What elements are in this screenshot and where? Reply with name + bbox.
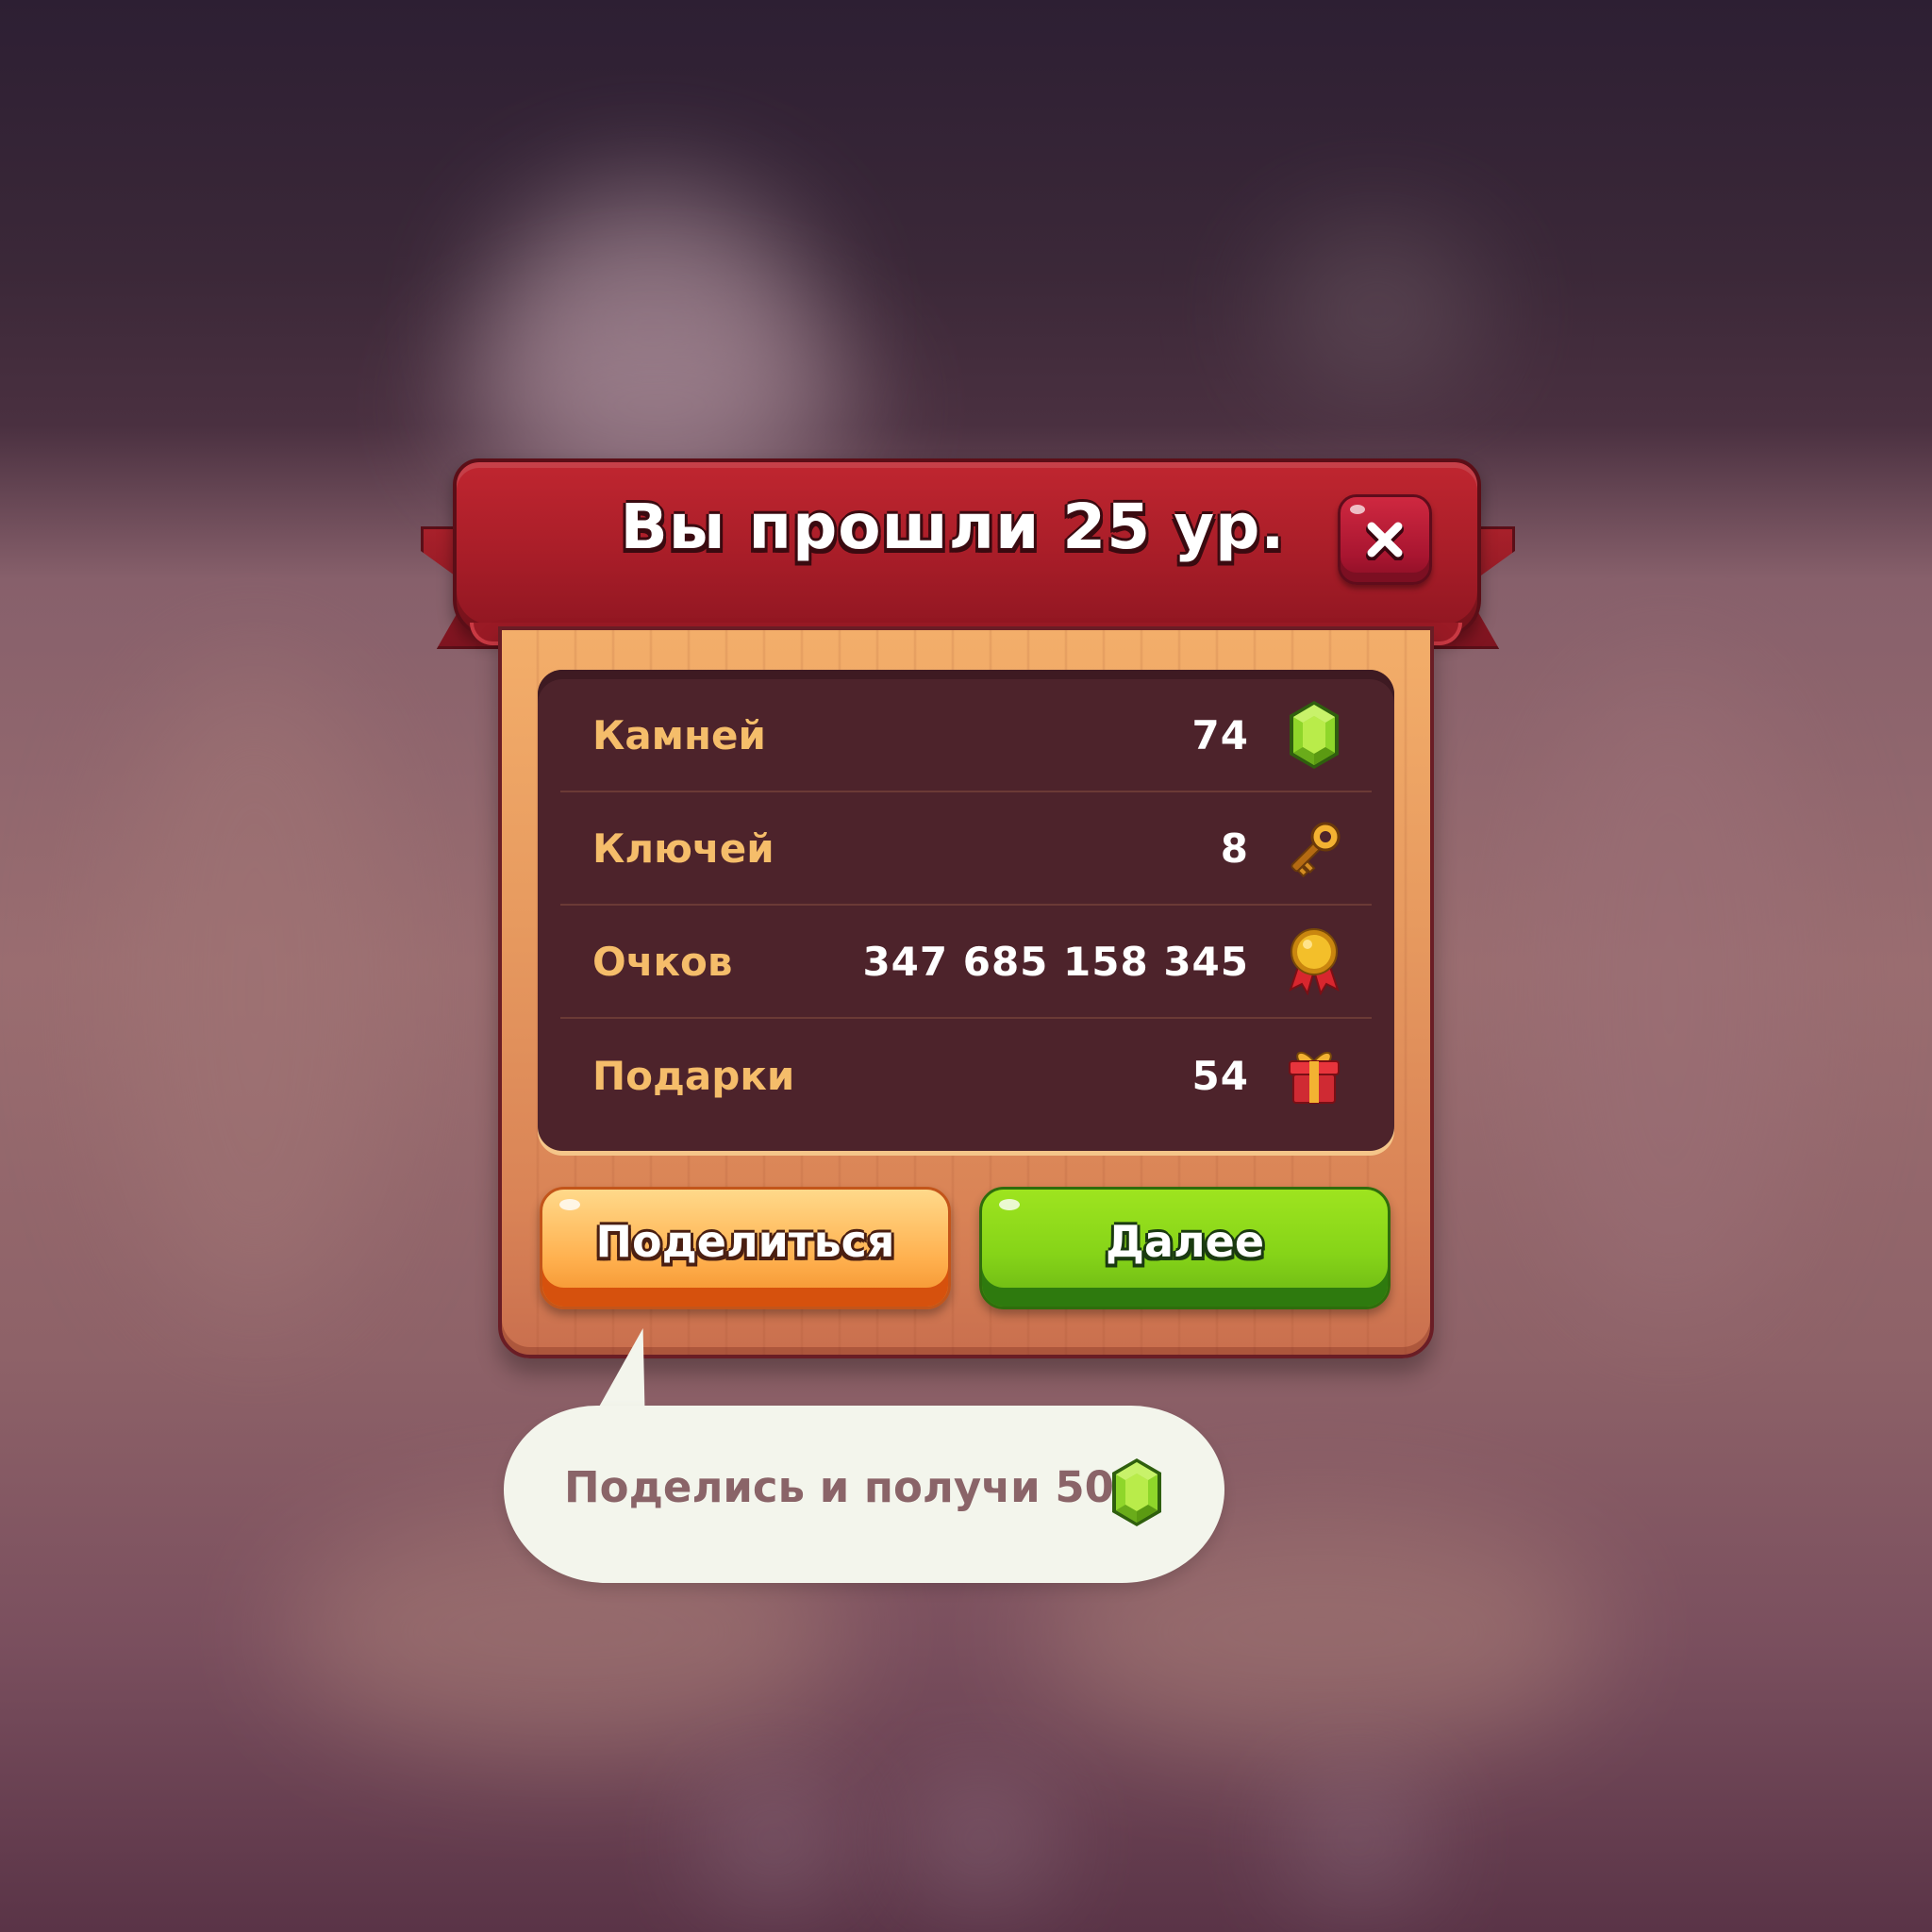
next-button-label: Далее bbox=[1105, 1216, 1265, 1267]
stat-label: Ключей bbox=[592, 824, 774, 872]
gem-icon bbox=[1109, 1457, 1164, 1528]
dialog-title: Вы прошли 25 ур. bbox=[620, 491, 1286, 563]
stat-value: 54 bbox=[1191, 1052, 1249, 1099]
close-button[interactable] bbox=[1338, 494, 1432, 585]
tooltip-text: Поделись и получи 50 bbox=[564, 1462, 1114, 1512]
stat-row-keys: Ключей 8 bbox=[560, 792, 1372, 906]
stat-label: Подарки bbox=[592, 1052, 795, 1099]
stat-label: Очков bbox=[592, 938, 733, 985]
stat-row-points: Очков 347 685 158 345 bbox=[560, 906, 1372, 1019]
key-icon bbox=[1283, 812, 1345, 884]
next-button[interactable]: Далее bbox=[979, 1187, 1391, 1309]
gem-icon bbox=[1283, 699, 1345, 771]
medal-icon bbox=[1283, 925, 1345, 997]
share-button[interactable]: Поделиться bbox=[540, 1187, 951, 1309]
stat-value: 74 bbox=[1191, 711, 1249, 758]
stat-row-gems: Камней 74 bbox=[560, 679, 1372, 792]
stat-row-gifts: Подарки 54 bbox=[560, 1019, 1372, 1132]
gift-icon bbox=[1283, 1040, 1345, 1111]
stat-label: Камней bbox=[592, 711, 766, 758]
stat-value: 8 bbox=[1220, 824, 1249, 872]
share-button-label: Поделиться bbox=[595, 1216, 895, 1267]
close-icon bbox=[1366, 522, 1404, 560]
stat-value: 347 685 158 345 bbox=[862, 938, 1249, 985]
stats-table: Камней 74 Ключей 8 Очков 347 685 158 345… bbox=[538, 670, 1394, 1151]
